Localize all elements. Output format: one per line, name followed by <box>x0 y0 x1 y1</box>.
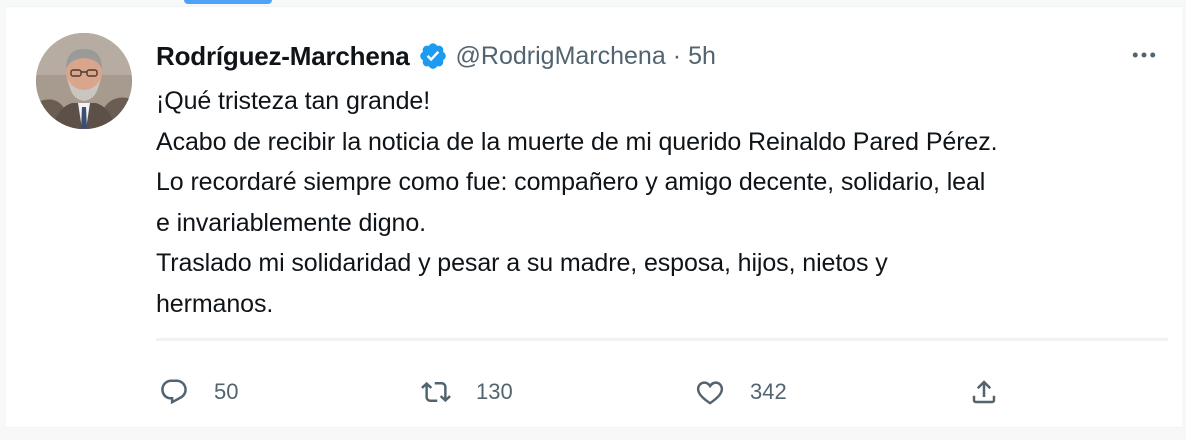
heart-icon <box>692 374 728 410</box>
actions-divider <box>156 338 1168 341</box>
tweet-text-line: Traslado mi solidaridad y pesar a su mad… <box>156 249 888 278</box>
retweet-count: 130 <box>476 379 513 404</box>
like-count: 342 <box>750 379 787 404</box>
reply-icon <box>156 374 192 410</box>
tweet-text: ¡Qué tristeza tan grande! Acabo de recib… <box>156 81 1166 325</box>
tweet-text-line: Lo recordaré siempre como fue: compañero… <box>156 168 986 197</box>
tweet-card[interactable]: Rodríguez-Marchena @RodrigMarchena · 5h … <box>6 6 1182 428</box>
profile-photo-icon <box>36 33 132 129</box>
display-name[interactable]: Rodríguez-Marchena <box>156 41 410 72</box>
top-tab-indicator <box>184 0 272 4</box>
more-options-icon <box>1132 52 1156 58</box>
tweet-text-line: ¡Qué tristeza tan grande! <box>156 87 431 115</box>
retweet-button[interactable]: 130 <box>418 369 513 415</box>
tweet-text-line: Acabo de recibir la noticia de la muerte… <box>156 127 998 156</box>
share-icon <box>966 374 1002 410</box>
tweet-header: Rodríguez-Marchena @RodrigMarchena · 5h <box>156 39 716 73</box>
avatar[interactable] <box>36 33 132 129</box>
like-button[interactable]: 342 <box>692 369 787 415</box>
tweet-text-line: hermanos. <box>156 289 274 318</box>
tweet-timestamp[interactable]: 5h <box>688 42 716 71</box>
share-button[interactable] <box>966 369 1002 415</box>
reply-count: 50 <box>214 379 239 404</box>
tweet-actions: 50 130 342 <box>156 369 1016 415</box>
more-options-button[interactable] <box>1126 37 1162 73</box>
author-handle[interactable]: @RodrigMarchena <box>456 42 666 71</box>
retweet-icon <box>418 374 454 410</box>
reply-button[interactable]: 50 <box>156 369 238 415</box>
header-separator: · <box>672 41 682 70</box>
verified-badge-icon <box>418 41 448 71</box>
tweet-text-line: e invariablemente digno. <box>156 208 427 237</box>
